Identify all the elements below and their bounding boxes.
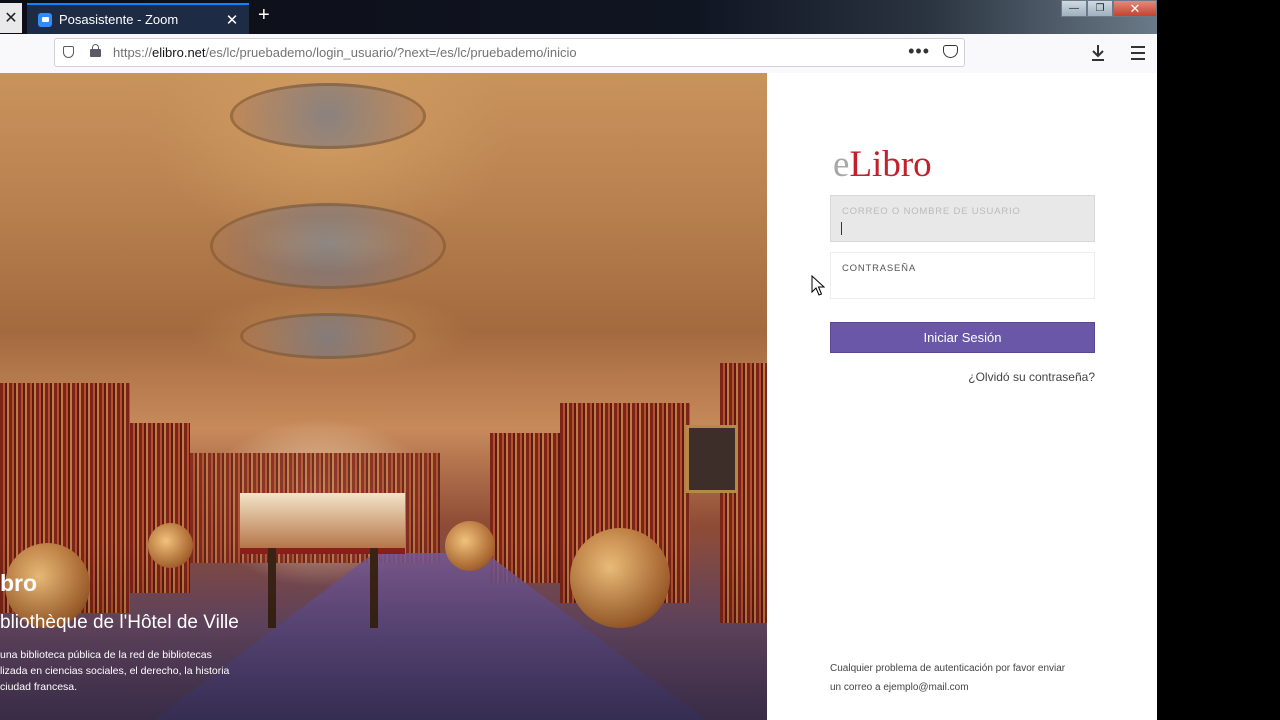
portrait-painting: [686, 425, 738, 493]
black-margin: [1157, 0, 1280, 720]
auth-help-line: Cualquier problema de autenticación por …: [830, 663, 1066, 674]
ceiling-fresco: [230, 83, 426, 149]
password-field[interactable]: CONTRASEÑA: [830, 252, 1098, 300]
url-text[interactable]: https://elibro.net/es/lc/pruebademo/logi…: [113, 45, 577, 60]
tab-zoom[interactable]: Posasistente - Zoom ✕: [27, 3, 249, 34]
url-path: /es/lc/pruebademo/login_usuario/?next=/e…: [205, 45, 577, 60]
ceiling-fresco: [210, 203, 446, 289]
login-panel: eLibro CORREO O NOMBRE DE USUARIO CONTRA…: [767, 73, 1157, 720]
auth-help-note: Cualquier problema de autenticación por …: [830, 659, 1090, 697]
url-prefix: https://: [113, 45, 153, 60]
window-close-button[interactable]: ✕: [1113, 0, 1157, 17]
username-field[interactable]: CORREO O NOMBRE DE USUARIO: [830, 195, 1098, 243]
more-icon[interactable]: •••: [908, 41, 930, 62]
tab-title: Posasistente - Zoom: [59, 12, 179, 27]
tab-close-icon[interactable]: ✕: [225, 11, 239, 29]
minimize-button[interactable]: —: [1061, 0, 1087, 17]
close-icon[interactable]: ✕: [0, 3, 22, 33]
lock-icon[interactable]: [90, 44, 101, 57]
window-controls: — ❐ ✕: [1061, 0, 1157, 18]
auth-help-line: un correo a ejemplo@mail.com: [830, 682, 969, 693]
shield-icon[interactable]: [63, 46, 74, 58]
logo-libro: Libro: [849, 144, 932, 185]
elibro-logo: eLibro: [833, 143, 932, 186]
new-tab-button[interactable]: +: [258, 5, 270, 25]
url-domain: elibro.net: [152, 45, 206, 60]
browser-window: ✕ Posasistente - Zoom ✕ + — ❐ ✕ https://…: [0, 0, 1157, 720]
pocket-icon[interactable]: [943, 45, 958, 58]
password-input[interactable]: [831, 253, 1098, 300]
ceiling-fresco: [240, 313, 416, 359]
download-icon[interactable]: [1090, 44, 1106, 62]
login-button[interactable]: Iniciar Sesión: [830, 322, 1095, 353]
hero-description-line: una biblioteca pública de la red de bibl…: [0, 649, 212, 661]
restore-button[interactable]: ❐: [1087, 0, 1113, 17]
logo-e: e: [833, 144, 850, 185]
hero-title: bliothèque de l'Hôtel de Ville: [0, 612, 239, 633]
hamburger-menu-icon[interactable]: [1131, 46, 1145, 64]
hero-brand: bro: [0, 570, 38, 596]
hero-description-line: lizada en ciencias sociales, el derecho,…: [0, 665, 230, 677]
tab-strip: ✕ Posasistente - Zoom ✕ + — ❐ ✕: [0, 0, 1157, 34]
hero-description: una biblioteca pública de la red de bibl…: [0, 647, 250, 695]
username-input[interactable]: [831, 196, 1098, 243]
hero-description-line: ciudad francesa.: [0, 681, 78, 693]
hero-image: bro bliothèque de l'Hôtel de Ville una b…: [0, 73, 767, 720]
nav-bar: https://elibro.net/es/lc/pruebademo/logi…: [0, 34, 1157, 74]
forgot-password-link[interactable]: ¿Olvidó su contraseña?: [968, 370, 1095, 384]
url-bar[interactable]: https://elibro.net/es/lc/pruebademo/logi…: [54, 38, 965, 67]
zoom-icon: [38, 12, 52, 27]
